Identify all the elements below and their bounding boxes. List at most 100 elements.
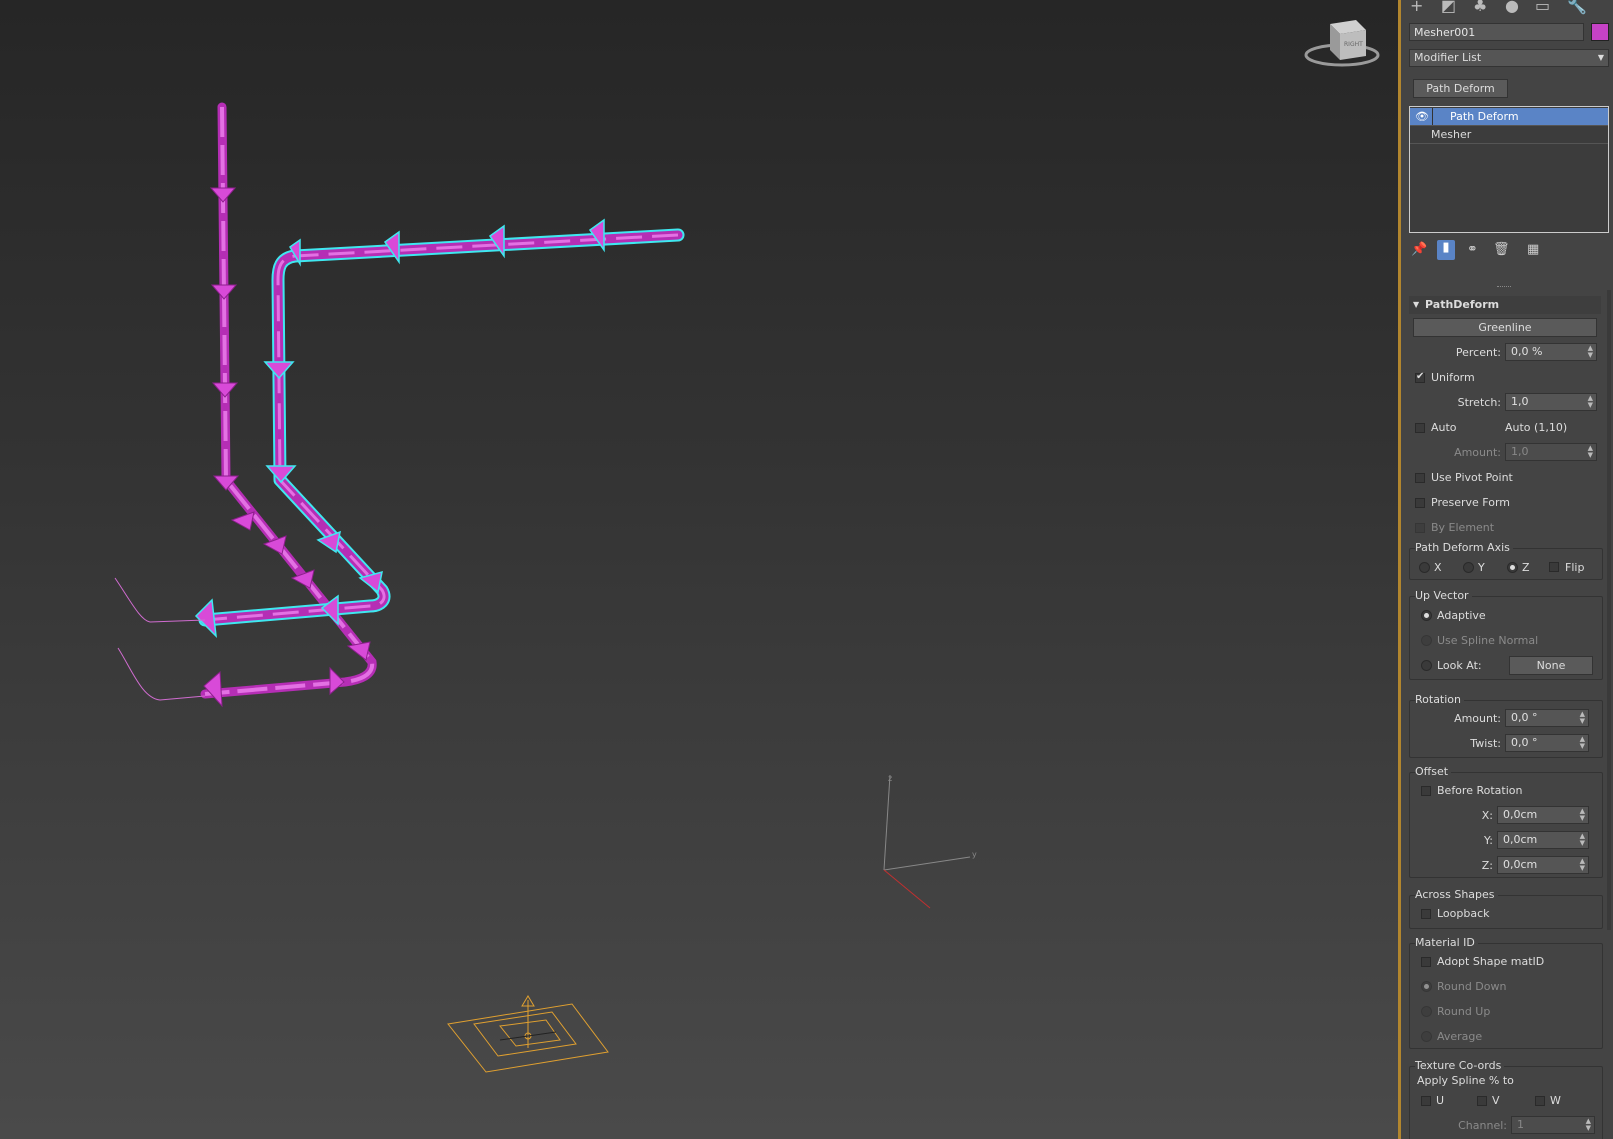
axis-x-radio[interactable] <box>1419 562 1430 573</box>
viewport-perspective[interactable]: z y RIGHT <box>0 0 1398 1139</box>
command-panel-tabs: + ◩ ♣ ● ▭ 🔧 <box>1401 0 1613 16</box>
viewcube-label: RIGHT <box>1344 41 1363 48</box>
spinner-arrows-icon[interactable]: ▲ ▼ <box>1580 808 1585 822</box>
twist-spinner[interactable]: 0,0 ° ▲ ▼ <box>1505 734 1589 752</box>
spinner-arrows-icon[interactable]: ▲ ▼ <box>1588 395 1593 409</box>
eye-icon[interactable]: 👁 <box>1415 108 1429 125</box>
round-down-radio <box>1421 981 1432 992</box>
modify-icon[interactable]: ◩ <box>1441 0 1456 15</box>
v-checkbox[interactable] <box>1477 1096 1487 1106</box>
auto-checkbox[interactable] <box>1415 423 1425 433</box>
object-name-field[interactable]: Mesher001 <box>1409 23 1584 41</box>
offset-x-value: 0,0cm <box>1503 808 1538 821</box>
axis-y-radio[interactable] <box>1463 562 1474 573</box>
texture-coords-title: Texture Co-ords <box>1415 1059 1505 1072</box>
spline-line-2 <box>117 647 206 701</box>
look-at-pick-button[interactable]: None <box>1509 656 1593 675</box>
material-id-title: Material ID <box>1415 936 1478 949</box>
amount-value: 1,0 <box>1511 445 1529 458</box>
axis-z-label: Z <box>1522 561 1530 574</box>
spinner-arrows-icon[interactable]: ▲ ▼ <box>1580 858 1585 872</box>
preserve-form-checkbox[interactable] <box>1415 498 1425 508</box>
offset-z-spinner[interactable]: 0,0cm ▲ ▼ <box>1497 856 1589 874</box>
axis-group-title: Path Deform Axis <box>1415 541 1513 554</box>
spline-line-1 <box>114 577 206 623</box>
offset-x-spinner[interactable]: 0,0cm ▲ ▼ <box>1497 806 1589 824</box>
w-checkbox[interactable] <box>1535 1096 1545 1106</box>
viewcube[interactable]: RIGHT <box>1304 20 1380 67</box>
average-radio <box>1421 1031 1432 1042</box>
adaptive-label: Adaptive <box>1437 609 1486 622</box>
by-element-checkbox <box>1415 523 1425 533</box>
before-rotation-checkbox[interactable] <box>1421 786 1431 796</box>
axis-z-label: z <box>888 774 892 783</box>
pick-path-button[interactable]: Greenline <box>1413 318 1597 337</box>
modifier-stack[interactable]: 👁 Path Deform Mesher <box>1409 106 1609 233</box>
auto-value-text: Auto (1,10) <box>1505 421 1568 434</box>
helper-grid-object[interactable] <box>447 995 609 1073</box>
axis-z-radio[interactable] <box>1507 562 1518 573</box>
round-up-label: Round Up <box>1437 1005 1491 1018</box>
collapse-triangle-icon: ▼ <box>1413 300 1420 309</box>
modifier-list-label: Modifier List <box>1414 51 1482 64</box>
pin-stack-icon[interactable]: 📌 <box>1411 242 1427 257</box>
configure-sets-icon[interactable]: ▦ <box>1527 242 1539 257</box>
rotation-amount-spinner[interactable]: 0,0 ° ▲ ▼ <box>1505 709 1589 727</box>
adaptive-radio[interactable] <box>1421 610 1432 621</box>
loopback-label: Loopback <box>1437 907 1490 920</box>
world-axis-tripod: z y <box>883 774 977 909</box>
uniform-checkbox[interactable] <box>1415 371 1425 383</box>
spinner-arrows-icon[interactable]: ▲ ▼ <box>1580 736 1585 750</box>
channel-label: Channel: <box>1458 1119 1507 1132</box>
utilities-icon[interactable]: 🔧 <box>1567 0 1587 15</box>
u-checkbox[interactable] <box>1421 1096 1431 1106</box>
look-at-radio[interactable] <box>1421 660 1432 671</box>
flip-checkbox[interactable] <box>1549 562 1559 572</box>
axis-y-label: y <box>972 850 977 859</box>
uniform-label: Uniform <box>1431 371 1475 384</box>
show-end-result-icon[interactable]: ▮ <box>1437 240 1455 260</box>
spinner-arrows-icon[interactable]: ▲ ▼ <box>1588 345 1593 359</box>
panel-scrollbar[interactable] <box>1607 290 1611 930</box>
stack-item-mesher[interactable]: Mesher <box>1410 126 1608 143</box>
preserve-form-label: Preserve Form <box>1431 496 1510 509</box>
motion-icon[interactable]: ● <box>1505 0 1519 15</box>
adopt-shape-matid-checkbox[interactable] <box>1421 957 1431 967</box>
remove-modifier-icon[interactable]: 🗑 <box>1493 242 1510 257</box>
stretch-label: Stretch: <box>1457 396 1501 409</box>
rotation-amount-label: Amount: <box>1454 712 1501 725</box>
rollout-pathdeform-header[interactable]: ▼ PathDeform <box>1409 296 1601 314</box>
percent-spinner[interactable]: 0,0 % ▲ ▼ <box>1505 343 1597 361</box>
stretch-spinner[interactable]: 1,0 ▲ ▼ <box>1505 393 1597 411</box>
twist-label: Twist: <box>1470 737 1501 750</box>
adopt-shape-matid-label: Adopt Shape matID <box>1437 955 1545 968</box>
rotation-title: Rotation <box>1415 693 1465 706</box>
flip-label: Flip <box>1565 561 1585 574</box>
offset-y-spinner[interactable]: 0,0cm ▲ ▼ <box>1497 831 1589 849</box>
before-rotation-label: Before Rotation <box>1437 784 1523 797</box>
hierarchy-icon[interactable]: ♣ <box>1473 0 1487 15</box>
by-element-label: By Element <box>1431 521 1495 534</box>
round-down-label: Round Down <box>1437 980 1507 993</box>
loopback-checkbox[interactable] <box>1421 909 1431 919</box>
modifier-list-dropdown[interactable]: Modifier List ▼ <box>1409 49 1609 67</box>
panel-resize-grip[interactable] <box>1497 286 1511 289</box>
create-icon[interactable]: + <box>1410 0 1423 15</box>
offset-z-value: 0,0cm <box>1503 858 1538 871</box>
stack-item-path-deform[interactable]: 👁 Path Deform <box>1410 108 1608 125</box>
channel-spinner: 1 ▲ ▼ <box>1511 1116 1595 1134</box>
up-vector-title: Up Vector <box>1415 589 1472 602</box>
mesher-path-selected[interactable] <box>194 218 685 639</box>
make-unique-icon[interactable]: ⚭ <box>1467 242 1478 257</box>
spinner-arrows-icon[interactable]: ▲ ▼ <box>1580 833 1585 847</box>
w-label: W <box>1550 1094 1561 1107</box>
display-icon[interactable]: ▭ <box>1535 0 1550 15</box>
across-shapes-title: Across Shapes <box>1415 888 1498 901</box>
round-up-radio <box>1421 1006 1432 1017</box>
command-panel: + ◩ ♣ ● ▭ 🔧 Mesher001 Modifier List ▼ Pa… <box>1401 0 1613 1139</box>
path-deform-set-button[interactable]: Path Deform <box>1413 79 1508 98</box>
axis-y-label: Y <box>1478 561 1485 574</box>
object-color-swatch[interactable] <box>1591 23 1609 41</box>
use-pivot-checkbox[interactable] <box>1415 473 1425 483</box>
spinner-arrows-icon[interactable]: ▲ ▼ <box>1580 711 1585 725</box>
